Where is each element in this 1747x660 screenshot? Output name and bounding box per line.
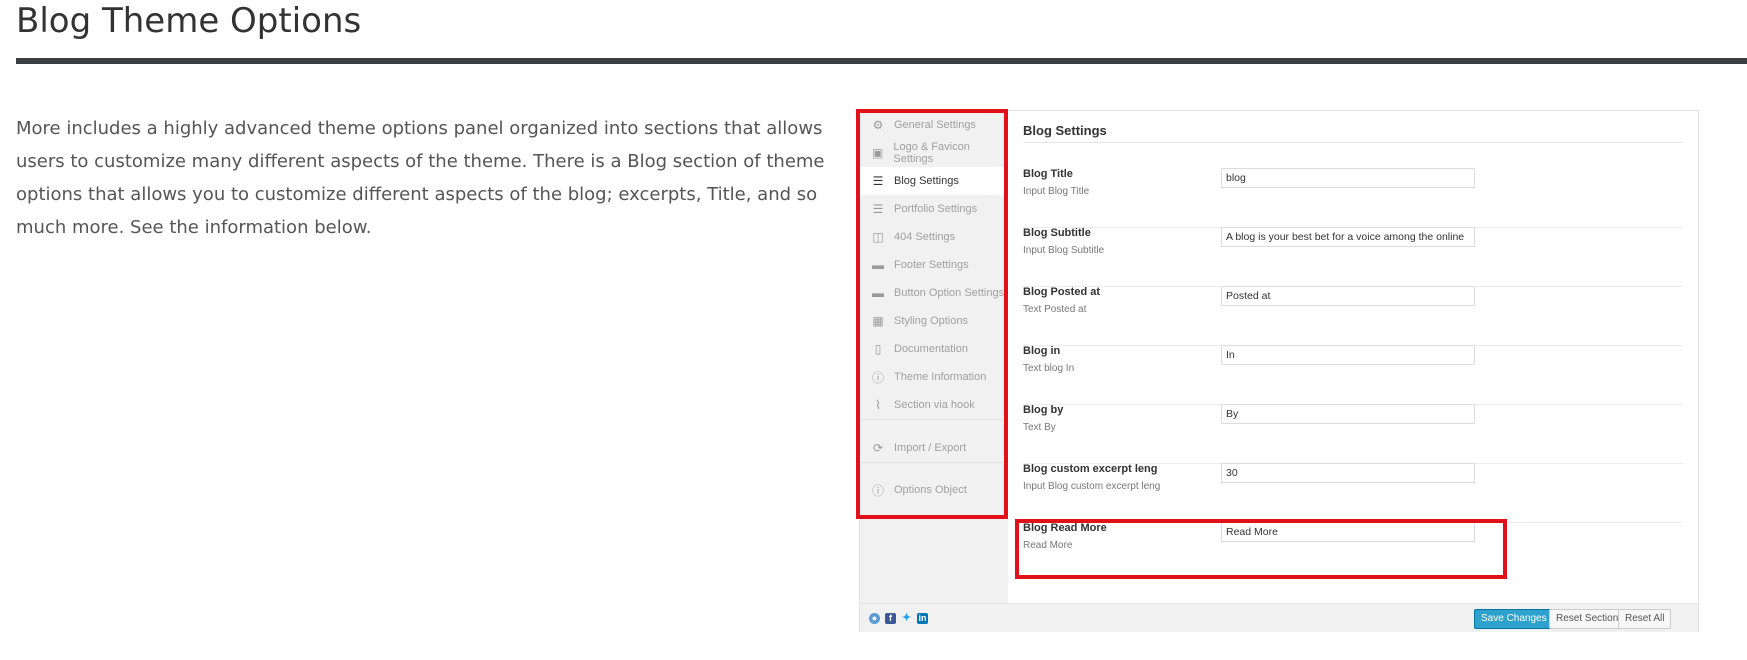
sidebar-item-label: Options Object [894, 484, 967, 496]
title-divider [16, 58, 1747, 64]
option-description: Input Blog Subtitle [1023, 245, 1105, 256]
option-row: Blog custom excerpt leng Input Blog custo… [1023, 463, 1683, 523]
options-content: Blog Settings Blog Title Input Blog Title… [1008, 111, 1698, 603]
option-input[interactable] [1221, 286, 1475, 306]
image-icon: ▣ [872, 146, 884, 160]
info-icon: ⓘ [871, 483, 884, 498]
option-label: Blog in [1023, 345, 1061, 357]
theme-options-screenshot: ⚙ General Settings ▣ Logo & Favicon Setting… [856, 109, 1699, 632]
sidebar-item-404-settings[interactable]: ◫ 404 Settings [860, 223, 1008, 251]
sidebar-item-theme-information[interactable]: ⓘ Theme Information [860, 363, 1008, 391]
intro-paragraph: More includes a highly advanced theme op… [16, 118, 825, 238]
sidebar-item-styling-options[interactable]: ▦ Styling Options [860, 307, 1008, 335]
page-title: Blog Theme Options [16, 1, 362, 41]
option-row: Blog Posted at Text Posted at [1023, 286, 1683, 346]
section-title: Blog Settings [1023, 123, 1107, 138]
sidebar-item-label: Section via hook [894, 399, 975, 411]
option-label: Blog Posted at [1023, 286, 1101, 298]
option-label: Blog by [1023, 404, 1064, 416]
sidebar-item-documentation[interactable]: ▯ Documentation [860, 335, 1008, 363]
option-input[interactable] [1221, 345, 1475, 365]
option-input[interactable] [1221, 404, 1475, 424]
twitter-icon[interactable]: ✦ [901, 613, 912, 624]
sidebar-item-label: 404 Settings [894, 231, 956, 243]
sidebar-item-import-export[interactable]: ⟳ Import / Export [860, 434, 1008, 462]
option-row: Blog Read More Read More [1023, 522, 1683, 582]
redux-icon[interactable]: ● [869, 613, 880, 624]
reset-all-button[interactable]: Reset All [1618, 609, 1672, 629]
sidebar-item-logo-favicon-settings[interactable]: ▣ Logo & Favicon Settings [860, 139, 1008, 167]
option-row: Blog by Text By [1023, 404, 1683, 464]
sidebar-divider [860, 419, 1008, 420]
option-description: Input Blog Title [1023, 186, 1090, 197]
sidebar-item-portfolio-settings[interactable]: ☰ Portfolio Settings [860, 195, 1008, 223]
sidebar-item-blog-settings[interactable]: ☰ Blog Settings [860, 167, 1008, 195]
sidebar-item-label: Documentation [894, 343, 968, 355]
card-icon: ▬ [872, 258, 884, 272]
sidebar-item-button-option-settings[interactable]: ▬ Button Option Settings [860, 279, 1008, 307]
option-description: Text Posted at [1023, 304, 1087, 315]
option-row: Blog in Text blog In [1023, 345, 1683, 405]
sidebar-item-label: Logo & Favicon Settings [893, 141, 970, 165]
chart-icon: ◫ [872, 230, 884, 244]
reset-section-button[interactable]: Reset Section [1549, 609, 1626, 629]
sidebar-item-label: Footer Settings [894, 259, 969, 271]
option-input[interactable] [1221, 463, 1475, 483]
options-footer: ● f ✦ in Save Changes Reset Section Rese… [860, 603, 1698, 632]
clipboard-icon: ▯ [874, 342, 882, 356]
sidebar-item-label: Theme Information [894, 371, 987, 383]
grid-icon: ▦ [872, 314, 884, 328]
sidebar-divider [860, 462, 1008, 463]
option-description: Text blog In [1023, 363, 1075, 374]
sidebar-item-label: Import / Export [894, 442, 967, 454]
sidebar-item-options-object[interactable]: ⓘ Options Object [860, 476, 1008, 504]
option-row: Blog Subtitle Input Blog Subtitle [1023, 227, 1683, 287]
sidebar-item-footer-settings[interactable]: ▬ Footer Settings [860, 251, 1008, 279]
option-label: Blog custom excerpt leng [1023, 463, 1158, 475]
facebook-icon[interactable]: f [885, 613, 896, 624]
option-input[interactable] [1221, 227, 1475, 247]
option-label: Blog Subtitle [1023, 227, 1091, 239]
option-input[interactable] [1221, 522, 1475, 542]
save-changes-button[interactable]: Save Changes [1474, 609, 1554, 629]
option-description: Text By [1023, 422, 1056, 433]
info-icon: ⓘ [871, 370, 884, 385]
section-title-divider [1023, 142, 1683, 143]
paperclip-icon: ⌇ [875, 398, 881, 412]
sidebar-item-label: Blog Settings [894, 175, 959, 187]
card-icon: ▬ [872, 286, 884, 300]
sidebar-item-section-via-hook[interactable]: ⌇ Section via hook [860, 391, 1008, 419]
option-label: Blog Title [1023, 168, 1073, 180]
linkedin-icon[interactable]: in [917, 613, 928, 624]
list-icon: ☰ [872, 174, 884, 188]
sidebar-item-label: General Settings [894, 119, 976, 131]
option-label: Blog Read More [1023, 522, 1107, 534]
sidebar-item-label: Styling Options [894, 315, 968, 327]
cogs-icon: ⚙ [872, 118, 884, 132]
option-description: Read More [1023, 540, 1073, 551]
option-description: Input Blog custom excerpt leng [1023, 481, 1161, 492]
options-sidebar: ⚙ General Settings ▣ Logo & Favicon Setting… [860, 111, 1009, 603]
list-icon: ☰ [872, 202, 884, 216]
sidebar-item-label: Portfolio Settings [894, 203, 978, 215]
sidebar-item-label: Button Option Settings [894, 287, 1005, 299]
option-input[interactable] [1221, 168, 1475, 188]
option-row: Blog Title Input Blog Title [1023, 168, 1683, 228]
sidebar-item-general-settings[interactable]: ⚙ General Settings [860, 111, 1008, 139]
refresh-icon: ⟳ [872, 441, 884, 455]
